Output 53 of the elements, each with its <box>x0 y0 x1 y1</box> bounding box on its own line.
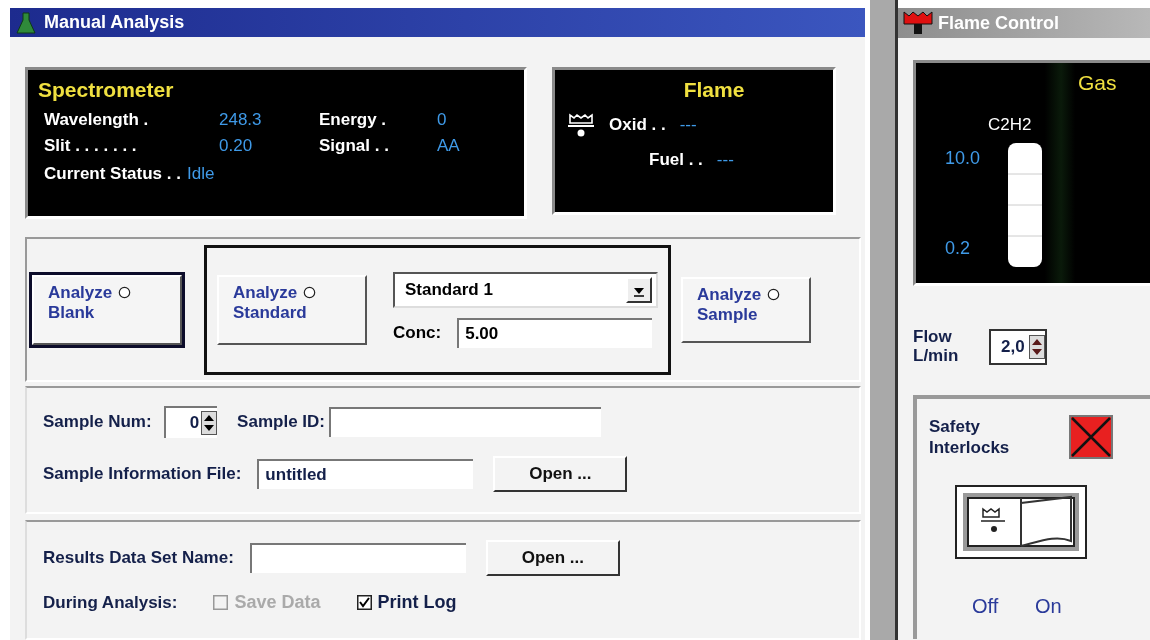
sample-num-label: Sample Num: <box>43 412 152 432</box>
burner-icon <box>567 112 595 138</box>
panel-title: Gas <box>1078 71 1117 95</box>
spin-arrows-icon <box>1028 334 1045 359</box>
reading-label: Signal . . <box>319 136 390 156</box>
reading-label: Wavelength . <box>44 110 150 130</box>
switch-on-label: On <box>1035 595 1062 619</box>
flask-icon <box>16 10 36 35</box>
results-name-field[interactable] <box>249 543 466 573</box>
checkbox-icon <box>213 595 229 610</box>
burner-icon <box>902 10 934 36</box>
sample-id-field[interactable] <box>328 407 601 437</box>
sample-num-spinner[interactable]: 0 <box>163 406 218 438</box>
flame-switch[interactable] <box>955 485 1087 560</box>
safety-label: Safety Interlocks <box>929 417 1011 459</box>
during-analysis-label: During Analysis: <box>43 592 178 613</box>
status-label: Current Status . . <box>44 164 181 184</box>
panel-title: Spectrometer <box>38 78 175 102</box>
analyze-button[interactable]: Analyze Standard <box>217 274 367 345</box>
reading-value: AA <box>437 136 461 156</box>
gauge-tick: 0.2 <box>945 238 971 259</box>
conc-label: Conc: <box>393 322 442 343</box>
spin-arrows-icon <box>201 411 218 435</box>
window-title: Flame Control <box>938 12 1059 34</box>
gauge-tick: 10.0 <box>945 148 981 169</box>
results-name-label: Results Data Set Name: <box>43 548 234 568</box>
open-button[interactable]: Open ... <box>485 540 620 576</box>
analyze-button[interactable]: Analyze Sample <box>681 276 811 343</box>
checkbox-icon <box>356 595 372 610</box>
switch-off-label: Off <box>972 595 999 619</box>
reading-value: --- <box>679 115 697 135</box>
gauge-label: C2H2 <box>988 115 1032 135</box>
reading-label: Oxid . . <box>609 115 666 135</box>
open-button[interactable]: Open ... <box>493 456 628 492</box>
analyze-button[interactable]: Analyze Blank <box>32 274 182 345</box>
checkbox[interactable]: Print Log <box>356 592 457 613</box>
reading-value: 248.3 <box>219 110 263 130</box>
standard-dropdown[interactable]: Standard 1 <box>393 271 658 308</box>
sample-file-field[interactable]: untitled <box>257 459 474 489</box>
reading-value: 0 <box>437 110 448 130</box>
reading-label: Fuel . . <box>649 150 703 170</box>
panel-title: Flame <box>682 78 746 102</box>
flow-label: Flow L/min <box>913 328 960 366</box>
reading-label: Slit . . . . . . . <box>44 136 138 156</box>
reading-label: Energy . <box>319 110 388 130</box>
window-title: Manual Analysis <box>44 12 185 33</box>
flow-spinner[interactable]: 2,0 <box>989 328 1047 365</box>
sample-id-label: Sample ID: <box>237 412 325 432</box>
reading-value: --- <box>716 150 734 170</box>
conc-field[interactable]: 5.00 <box>457 317 653 348</box>
reading-value: 0.20 <box>219 136 254 156</box>
status-value: Idle <box>186 164 215 184</box>
sample-file-label: Sample Information File: <box>43 464 242 484</box>
